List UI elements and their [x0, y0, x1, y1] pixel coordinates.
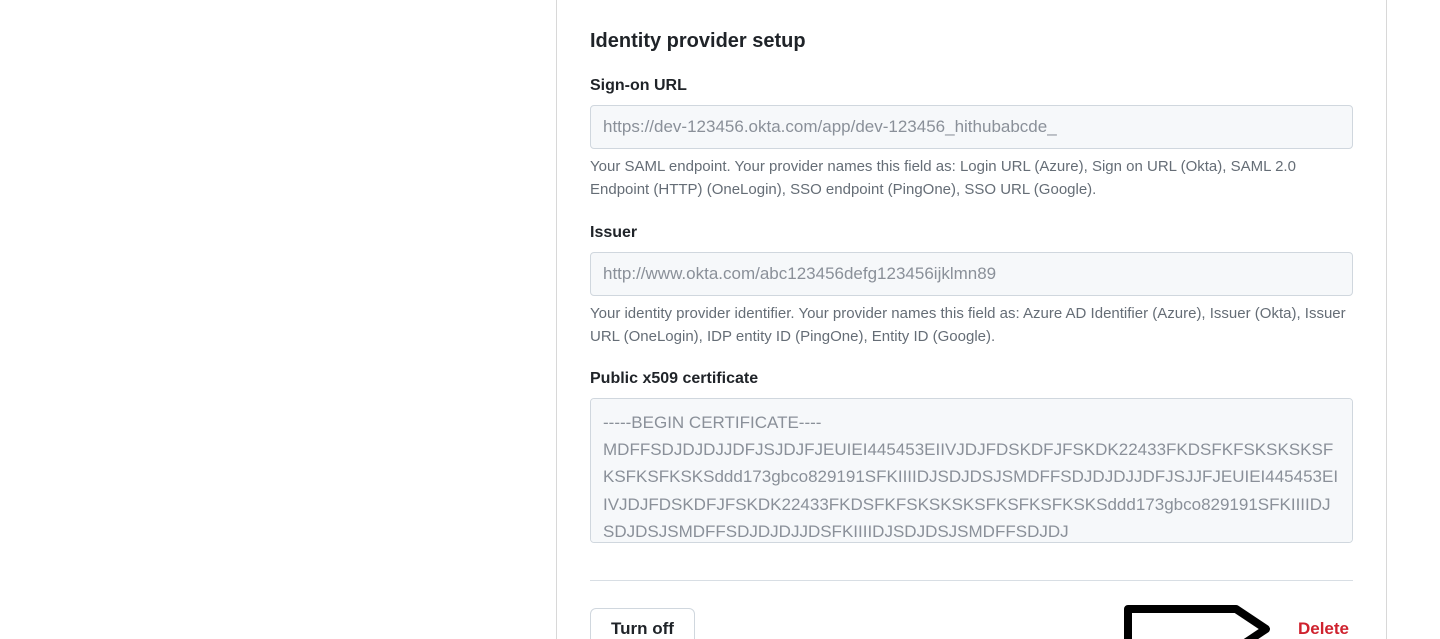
identity-provider-panel: Identity provider setup Sign-on URL Your… — [556, 0, 1387, 639]
sign-on-url-input[interactable] — [590, 105, 1353, 149]
sign-on-url-field-block: Sign-on URL Your SAML endpoint. Your pro… — [590, 77, 1353, 202]
certificate-textarea[interactable] — [590, 398, 1353, 543]
issuer-field-block: Issuer Your identity provider identifier… — [590, 224, 1353, 349]
sign-on-url-label: Sign-on URL — [590, 77, 1353, 95]
issuer-label: Issuer — [590, 224, 1353, 242]
footer-divider — [590, 580, 1353, 581]
callout-arrow-icon — [1116, 601, 1276, 639]
issuer-input[interactable] — [590, 252, 1353, 296]
turn-off-button[interactable]: Turn off — [590, 608, 695, 639]
sign-on-url-help: Your SAML endpoint. Your provider names … — [590, 155, 1353, 202]
footer-actions: Turn off Delete — [590, 601, 1353, 639]
section-title: Identity provider setup — [590, 30, 1353, 53]
issuer-help: Your identity provider identifier. Your … — [590, 302, 1353, 349]
certificate-label: Public x509 certificate — [590, 370, 1353, 388]
right-actions: Delete — [1116, 601, 1353, 639]
certificate-field-block: Public x509 certificate — [590, 370, 1353, 548]
delete-link[interactable]: Delete — [1294, 619, 1353, 639]
callout-annotation — [1116, 601, 1276, 639]
